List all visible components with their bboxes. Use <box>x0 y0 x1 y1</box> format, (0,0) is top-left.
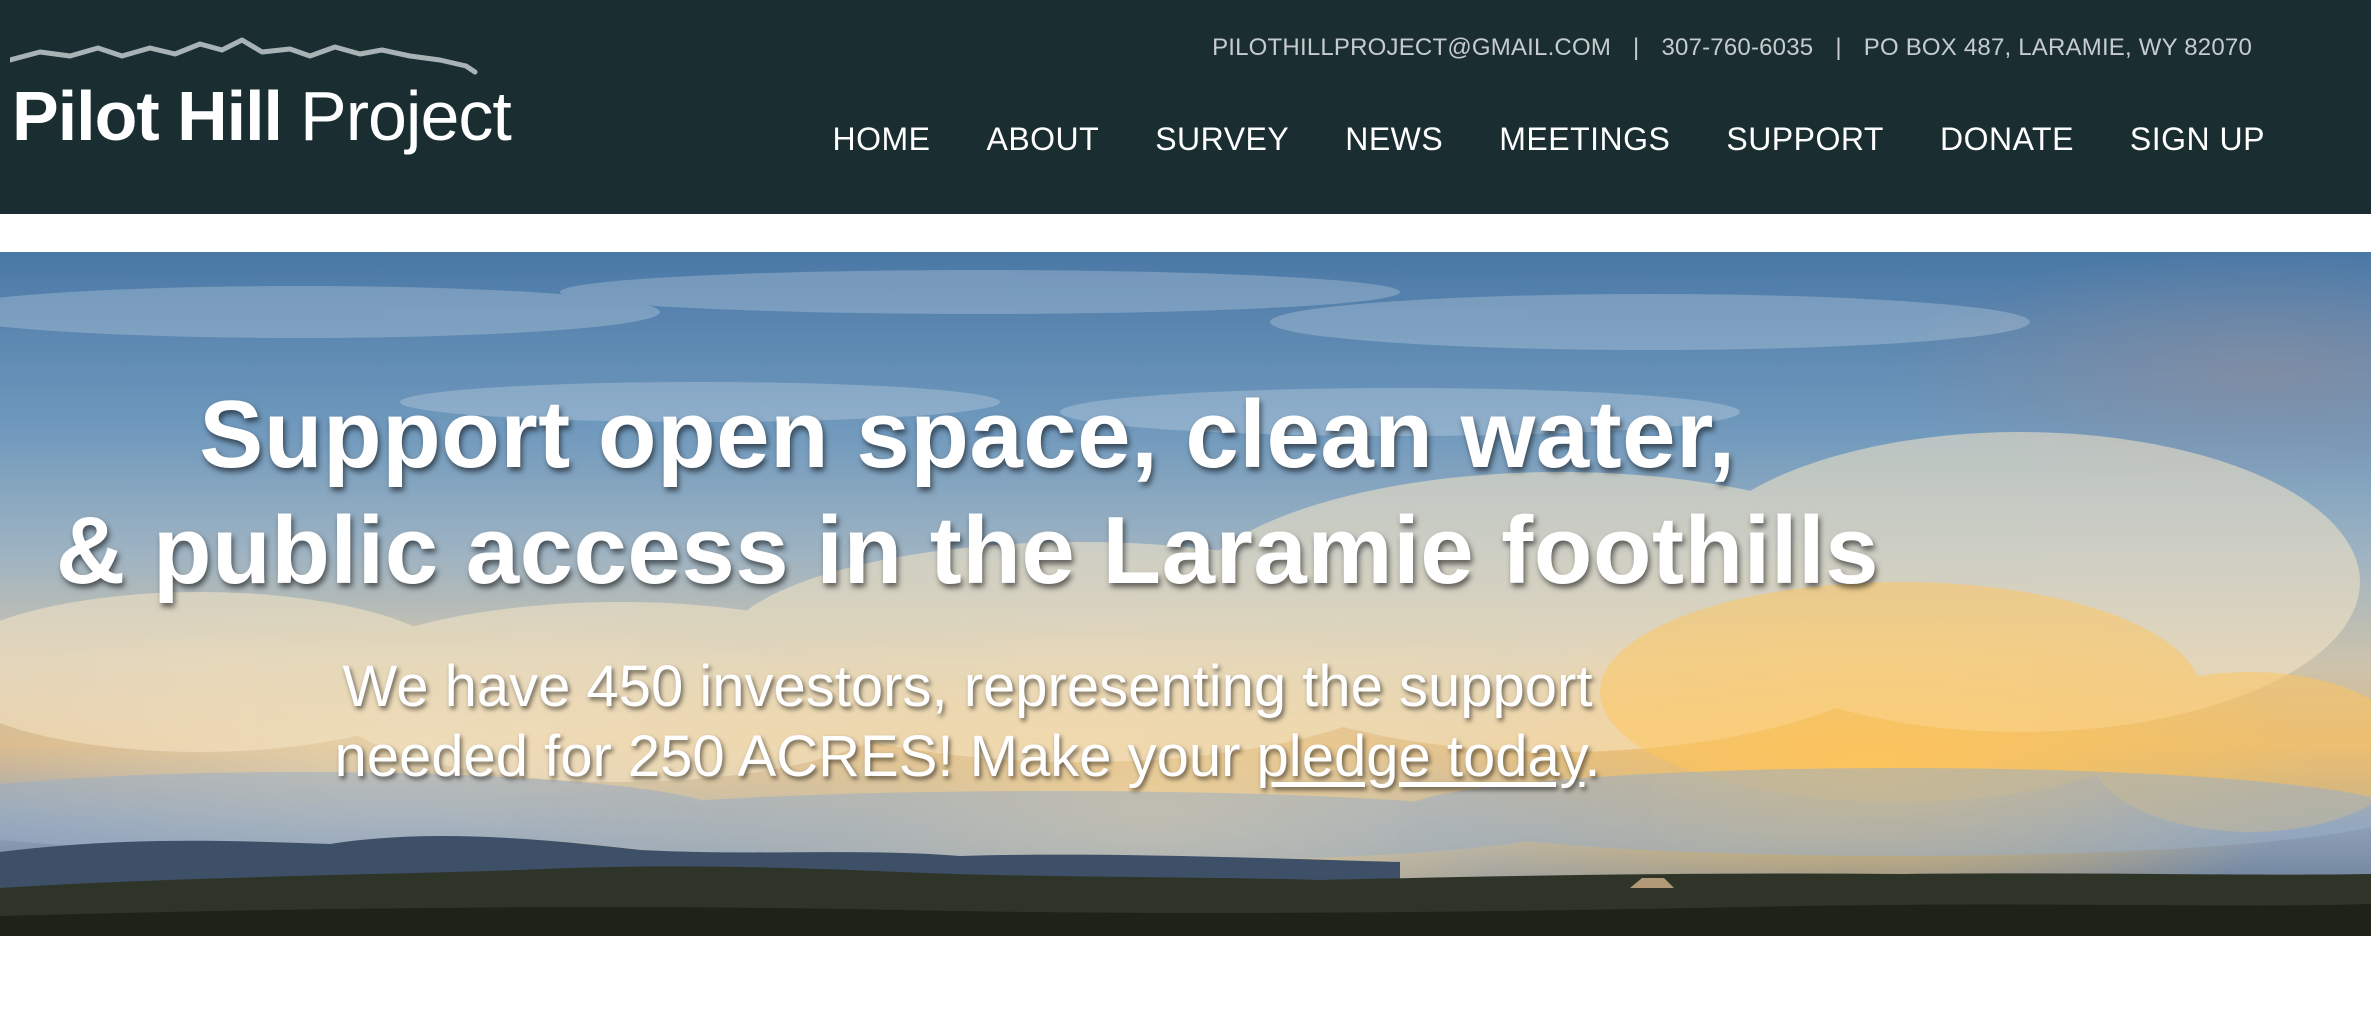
hero-subheading: We have 450 investors, representing the … <box>0 652 2153 792</box>
site-header: Pilot Hill Project PILOTHILLPROJECT@GMAIL… <box>0 0 2371 214</box>
hero-sub-line-1: We have 450 investors, representing the … <box>342 654 1593 719</box>
nav-donate[interactable]: DONATE <box>1940 121 2074 158</box>
nav-home[interactable]: HOME <box>832 121 930 158</box>
pledge-today-link[interactable]: pledge today <box>1257 724 1585 789</box>
nav-support[interactable]: SUPPORT <box>1726 121 1884 158</box>
logo-text-bold: Pilot Hill <box>12 77 283 155</box>
contact-separator: | <box>1633 34 1640 61</box>
hero-headline: Support open space, clean water, & publi… <box>0 377 2153 609</box>
nav-sign-up[interactable]: SIGN UP <box>2130 121 2265 158</box>
hero-sub-period: . <box>1584 724 1601 789</box>
hero-headline-line-1: Support open space, clean water, <box>199 381 1736 488</box>
logo-wordmark: Pilot Hill Project <box>12 74 512 158</box>
site-logo[interactable]: Pilot Hill Project <box>10 36 512 156</box>
contact-separator: | <box>1835 34 1842 61</box>
phone-link[interactable]: 307-760-6035 <box>1661 34 1813 62</box>
hero-banner: Support open space, clean water, & publi… <box>0 252 2371 936</box>
nav-news[interactable]: NEWS <box>1345 121 1443 158</box>
nav-about[interactable]: ABOUT <box>986 121 1099 158</box>
nav-survey[interactable]: SURVEY <box>1155 121 1289 158</box>
email-link[interactable]: PILOTHILLPROJECT@GMAIL.COM <box>1212 34 1611 62</box>
hero-sub-line-2: needed for 250 ACRES! Make your <box>334 724 1241 789</box>
nav-meetings[interactable]: MEETINGS <box>1499 121 1670 158</box>
hero-headline-line-2: & public access in the Laramie foothills <box>55 497 1880 604</box>
logo-text-light: Project <box>300 77 512 155</box>
mailing-address: PO BOX 487, LARAMIE, WY 82070 <box>1863 34 2252 61</box>
contact-bar: PILOTHILLPROJECT@GMAIL.COM | 307-760-603… <box>1212 32 2252 64</box>
main-nav: HOME ABOUT SURVEY NEWS MEETINGS SUPPORT … <box>832 114 2265 164</box>
